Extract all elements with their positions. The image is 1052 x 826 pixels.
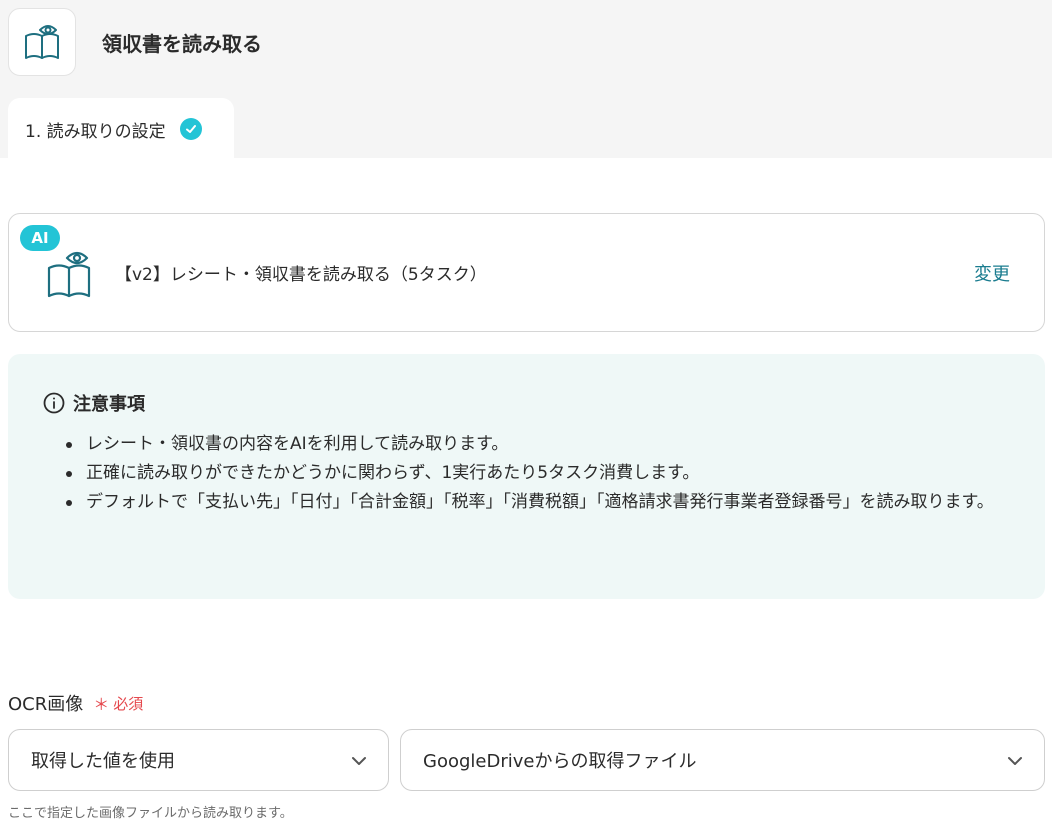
required-label: 必須 bbox=[113, 694, 144, 713]
source-select[interactable]: 取得した値を使用 bbox=[8, 729, 389, 791]
step-label: 1. 読み取りの設定 bbox=[25, 121, 166, 142]
required-asterisk: ＊ bbox=[93, 695, 110, 714]
book-eye-icon bbox=[47, 251, 91, 298]
book-eye-icon bbox=[25, 25, 59, 59]
action-name: 【v2】レシート・領収書を読み取る（5タスク） bbox=[115, 265, 487, 285]
tab-step-1[interactable]: 1. 読み取りの設定 bbox=[8, 98, 234, 160]
check-icon bbox=[179, 118, 202, 140]
app-icon bbox=[8, 8, 76, 76]
chevron-down-icon bbox=[1008, 757, 1022, 765]
info-icon bbox=[43, 392, 65, 414]
notice-item: レシート・領収書の内容をAIを利用して読み取ります。 bbox=[64, 430, 1014, 459]
helper-text: ここで指定した画像ファイルから読み取ります。 bbox=[8, 806, 293, 821]
chevron-down-icon bbox=[352, 757, 366, 765]
source-select-value: 取得した値を使用 bbox=[31, 751, 175, 772]
change-button[interactable]: 変更 bbox=[974, 260, 1010, 286]
header-bar: 領収書を読み取る 1. 読み取りの設定 bbox=[0, 0, 1052, 160]
notice-box: 注意事項 レシート・領収書の内容をAIを利用して読み取ります。 正確に読み取りが… bbox=[8, 354, 1045, 599]
value-select[interactable]: GoogleDriveからの取得ファイル bbox=[400, 729, 1045, 791]
ocr-image-label: OCR画像 ＊ 必須 bbox=[8, 690, 143, 716]
field-label-text: OCR画像 bbox=[8, 694, 84, 715]
page-title: 領収書を読み取る bbox=[102, 32, 262, 56]
action-card: AI 【v2】レシート・領収書を読み取る（5タスク） 変更 bbox=[8, 213, 1045, 332]
notice-list: レシート・領収書の内容をAIを利用して読み取ります。 正確に読み取りができたかど… bbox=[64, 430, 1014, 517]
notice-title: 注意事項 bbox=[73, 394, 145, 415]
value-select-value: GoogleDriveからの取得ファイル bbox=[423, 751, 697, 772]
notice-header: 注意事項 bbox=[43, 390, 145, 416]
notice-item: デフォルトで「支払い先」「日付」「合計金額」「税率」「消費税額」「適格請求書発行… bbox=[64, 488, 1014, 517]
notice-item: 正確に読み取りができたかどうかに関わらず、1実行あたり5タスク消費します。 bbox=[64, 459, 1014, 488]
